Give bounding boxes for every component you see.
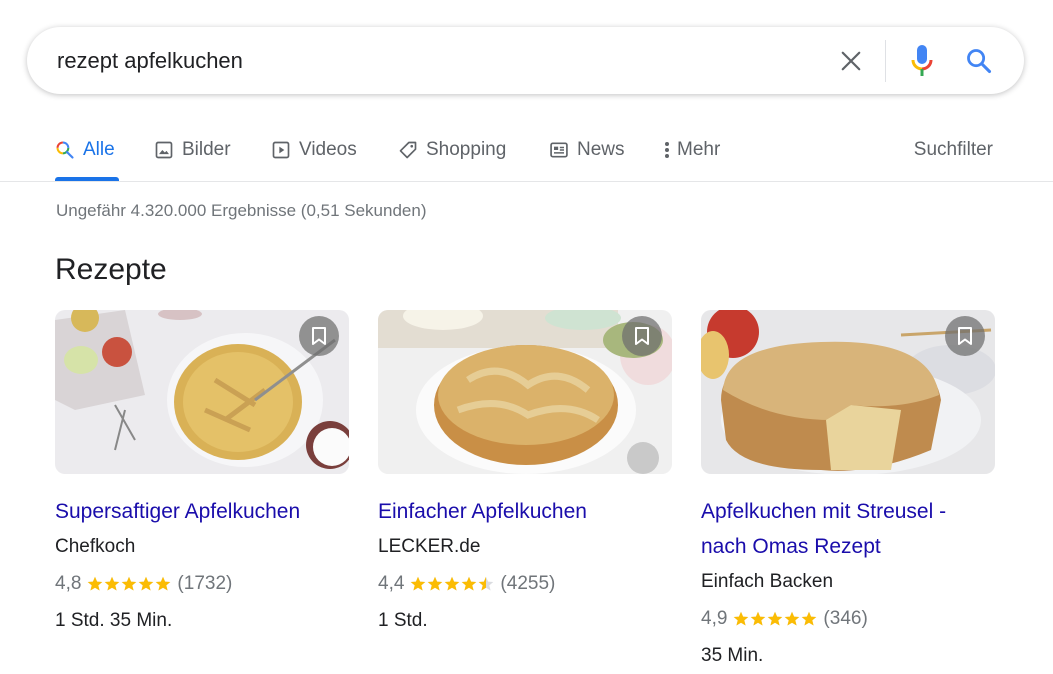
star-icon	[156, 576, 171, 591]
recipe-time: 35 Min.	[701, 645, 764, 666]
tab-bilder[interactable]: Bilder	[154, 136, 231, 164]
star-rating	[733, 611, 817, 627]
recipe-rating: 4,9 (346)	[701, 600, 995, 638]
tab-label: Bilder	[182, 139, 231, 160]
rating-value: 4,8	[55, 573, 82, 594]
search-bar	[27, 27, 1024, 94]
newspaper-icon	[550, 142, 568, 158]
recipe-image[interactable]	[701, 310, 995, 474]
save-recipe-button[interactable]	[945, 316, 985, 356]
recipe-card[interactable]: Einfacher Apfelkuchen LECKER.de 4,4 (425…	[378, 310, 672, 639]
star-icon	[411, 576, 426, 591]
search-tabs: Alle Bilder Videos Shopping News Mehr Su…	[0, 120, 1053, 182]
star-icon	[751, 611, 766, 626]
result-stats: Ungefähr 4.320.000 Ergebnisse (0,51 Seku…	[56, 201, 427, 220]
recipe-source: Chefkoch	[55, 536, 136, 557]
tag-icon	[399, 141, 417, 159]
search-icon	[967, 48, 992, 73]
tab-label: Alle	[83, 139, 115, 160]
star-icon	[462, 576, 477, 591]
star-icon	[785, 611, 800, 626]
recipe-title-link[interactable]: Supersaftiger Apfelkuchen	[55, 494, 349, 529]
active-tab-indicator	[55, 177, 119, 181]
recipe-card[interactable]: Apfelkuchen mit Streusel - nach Omas Rez…	[701, 310, 995, 674]
more-vert-icon	[665, 142, 669, 158]
star-icon	[768, 611, 783, 626]
tab-label: Videos	[299, 139, 357, 160]
recipe-time: 1 Std.	[378, 610, 428, 631]
bookmark-icon	[312, 327, 326, 345]
tab-alle[interactable]: Alle	[55, 136, 115, 164]
star-rating	[87, 576, 171, 592]
close-icon	[841, 51, 861, 70]
star-icon	[88, 576, 103, 591]
star-icon	[122, 576, 137, 591]
rating-value: 4,9	[701, 608, 728, 629]
star-icon	[428, 576, 443, 591]
search-button[interactable]	[962, 41, 996, 81]
rating-value: 4,4	[378, 573, 405, 594]
tab-shopping[interactable]: Shopping	[398, 136, 506, 164]
star-icon	[734, 611, 749, 626]
recipe-image[interactable]	[55, 310, 349, 474]
save-recipe-button[interactable]	[622, 316, 662, 356]
tab-videos[interactable]: Videos	[271, 136, 357, 164]
tab-news[interactable]: News	[549, 136, 625, 164]
star-icon	[445, 576, 460, 591]
recipe-source: LECKER.de	[378, 536, 481, 557]
recipe-time: 1 Std. 35 Min.	[55, 610, 173, 631]
review-count: (4255)	[500, 573, 556, 594]
star-icon	[802, 611, 817, 626]
star-icon	[139, 576, 154, 591]
recipe-rating: 4,8 (1732)	[55, 565, 349, 603]
star-icon	[105, 576, 120, 591]
review-count: (346)	[823, 608, 868, 629]
save-recipe-button[interactable]	[299, 316, 339, 356]
clear-search-button[interactable]	[831, 41, 871, 81]
tab-label: News	[577, 139, 625, 160]
review-count: (1732)	[177, 573, 233, 594]
bookmark-icon	[635, 327, 649, 345]
search-divider	[885, 39, 886, 82]
tab-mehr[interactable]: Mehr	[663, 136, 720, 164]
recipe-rating: 4,4 (4255)	[378, 565, 672, 603]
recipe-title-link[interactable]: Apfelkuchen mit Streusel - nach Omas Rez…	[701, 494, 995, 564]
tab-label: Mehr	[677, 139, 721, 160]
search-icon	[56, 141, 74, 159]
recipe-card[interactable]: Supersaftiger Apfelkuchen Chefkoch 4,8 (…	[55, 310, 349, 639]
search-tools-button[interactable]: Suchfilter	[914, 136, 993, 164]
recipe-image[interactable]	[378, 310, 672, 474]
bookmark-icon	[958, 327, 972, 345]
play-icon	[272, 141, 290, 159]
search-input[interactable]	[27, 27, 831, 94]
star-rating	[410, 576, 494, 592]
recipe-title-link[interactable]: Einfacher Apfelkuchen	[378, 494, 672, 529]
tab-label: Shopping	[426, 139, 507, 160]
microphone-icon	[911, 44, 933, 76]
image-icon	[155, 141, 173, 159]
recipe-source: Einfach Backen	[701, 571, 834, 592]
voice-search-button[interactable]	[908, 41, 936, 81]
section-title: Rezepte	[55, 253, 167, 286]
star-icon	[479, 576, 494, 591]
